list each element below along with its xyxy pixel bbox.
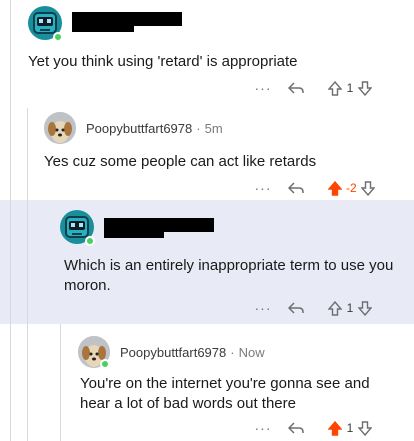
comment-header (60, 210, 95, 246)
more-options-button[interactable]: ··· (252, 180, 274, 196)
downvote-icon[interactable] (358, 420, 372, 436)
separator-dot: · (230, 344, 235, 360)
upvote-icon[interactable] (328, 420, 342, 436)
comment-text: Yes cuz some people can act like retards (44, 153, 317, 170)
comment-text: Yet you think using 'retard' is appropri… (28, 53, 298, 70)
comment-4: Poopybuttfart6978 · Now You're on the inte… (0, 324, 414, 441)
reply-icon[interactable] (288, 181, 304, 195)
upvote-icon[interactable] (328, 180, 342, 196)
comment-header: Poopybuttfart6978 · Now (78, 336, 265, 369)
comment-actions: ··· 1 (252, 418, 372, 438)
reply-icon[interactable] (288, 301, 304, 315)
comment-2: Poopybuttfart6978 · 5m Yes cuz some people… (0, 104, 414, 200)
vote-score: 1 (346, 81, 354, 95)
username-label[interactable]: Poopybuttfart6978 (120, 345, 226, 360)
upvote-icon[interactable] (328, 300, 342, 316)
comment-actions: ··· 1 (252, 78, 372, 98)
reply-icon[interactable] (288, 81, 304, 95)
reply-icon[interactable] (288, 421, 304, 435)
vote-score: 1 (346, 301, 354, 315)
redacted-username (72, 26, 134, 32)
upvote-icon[interactable] (328, 80, 342, 96)
online-status-icon (85, 236, 95, 246)
comment-author[interactable]: Poopybuttfart6978 · Now (120, 345, 265, 360)
more-options-button[interactable]: ··· (252, 80, 274, 96)
dog-photo-icon (44, 112, 76, 144)
thread-line (27, 200, 28, 324)
more-options-button[interactable]: ··· (252, 420, 274, 436)
dog-avatar[interactable] (44, 112, 76, 144)
redacted-username (104, 232, 164, 238)
comment-text: Which is an entirely inappropriate term … (64, 257, 394, 294)
comment-text: You're on the internet you're gonna see … (80, 375, 370, 412)
vote-score: -2 (346, 181, 357, 195)
comment-actions: ··· 1 (252, 298, 372, 318)
comment-1: Yet you think using 'retard' is appropri… (0, 0, 414, 104)
comment-3: Which is an entirely inappropriate term … (0, 200, 414, 324)
downvote-icon[interactable] (358, 300, 372, 316)
downvote-icon[interactable] (358, 80, 372, 96)
redacted-username (104, 218, 214, 232)
more-options-button[interactable]: ··· (252, 300, 274, 316)
username-label[interactable]: Poopybuttfart6978 (86, 121, 192, 136)
comment-actions: ··· -2 (252, 178, 375, 198)
comment-header (28, 6, 63, 42)
comment-header: Poopybuttfart6978 · 5m (44, 112, 223, 144)
thread-line (10, 200, 11, 324)
timestamp: Now (238, 344, 265, 360)
vote-score: 1 (346, 421, 354, 435)
redacted-username (72, 12, 182, 26)
online-status-icon (100, 359, 110, 369)
downvote-icon[interactable] (360, 180, 375, 196)
separator-dot: · (196, 120, 201, 136)
comment-author[interactable]: Poopybuttfart6978 · 5m (86, 121, 223, 136)
timestamp: 5m (204, 120, 223, 136)
thread-line (60, 324, 61, 441)
online-status-icon (53, 32, 63, 42)
